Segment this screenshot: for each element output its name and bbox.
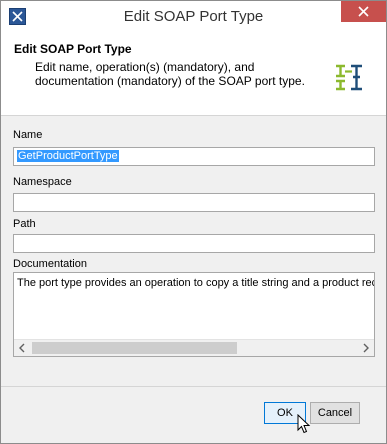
namespace-label: Namespace [13,176,72,188]
footer-separator [1,386,386,387]
scroll-right-button[interactable] [357,340,374,356]
namespace-input[interactable] [13,193,375,212]
title-bar[interactable]: Edit SOAP Port Type [1,1,386,32]
dialog-header: Edit SOAP Port Type Edit name, operation… [1,32,386,116]
mouse-cursor-icon [297,414,311,434]
chevron-right-icon [363,343,369,353]
name-input[interactable]: GetProductPortType [13,147,375,166]
port-type-icon [336,64,362,91]
close-icon [358,6,369,17]
scroll-left-button[interactable] [14,340,31,356]
documentation-label: Documentation [13,258,87,270]
window-title: Edit SOAP Port Type [123,8,264,25]
header-description: Edit name, operation(s) (mandatory), and… [35,60,305,88]
header-title: Edit SOAP Port Type [14,42,132,56]
chevron-left-icon [19,343,25,353]
name-label: Name [13,129,43,141]
horizontal-scrollbar[interactable] [14,339,374,356]
documentation-textarea[interactable]: The port type provides an operation to c… [13,272,375,357]
documentation-value: The port type provides an operation to c… [17,277,375,289]
dialog-window: Edit SOAP Port Type Edit SOAP Port Type … [0,0,387,444]
scroll-thumb[interactable] [32,342,237,354]
close-button[interactable] [341,1,386,22]
cancel-button[interactable]: Cancel [310,402,360,424]
path-input[interactable] [13,234,375,253]
path-label: Path [13,218,36,230]
name-value: GetProductPortType [17,150,119,162]
